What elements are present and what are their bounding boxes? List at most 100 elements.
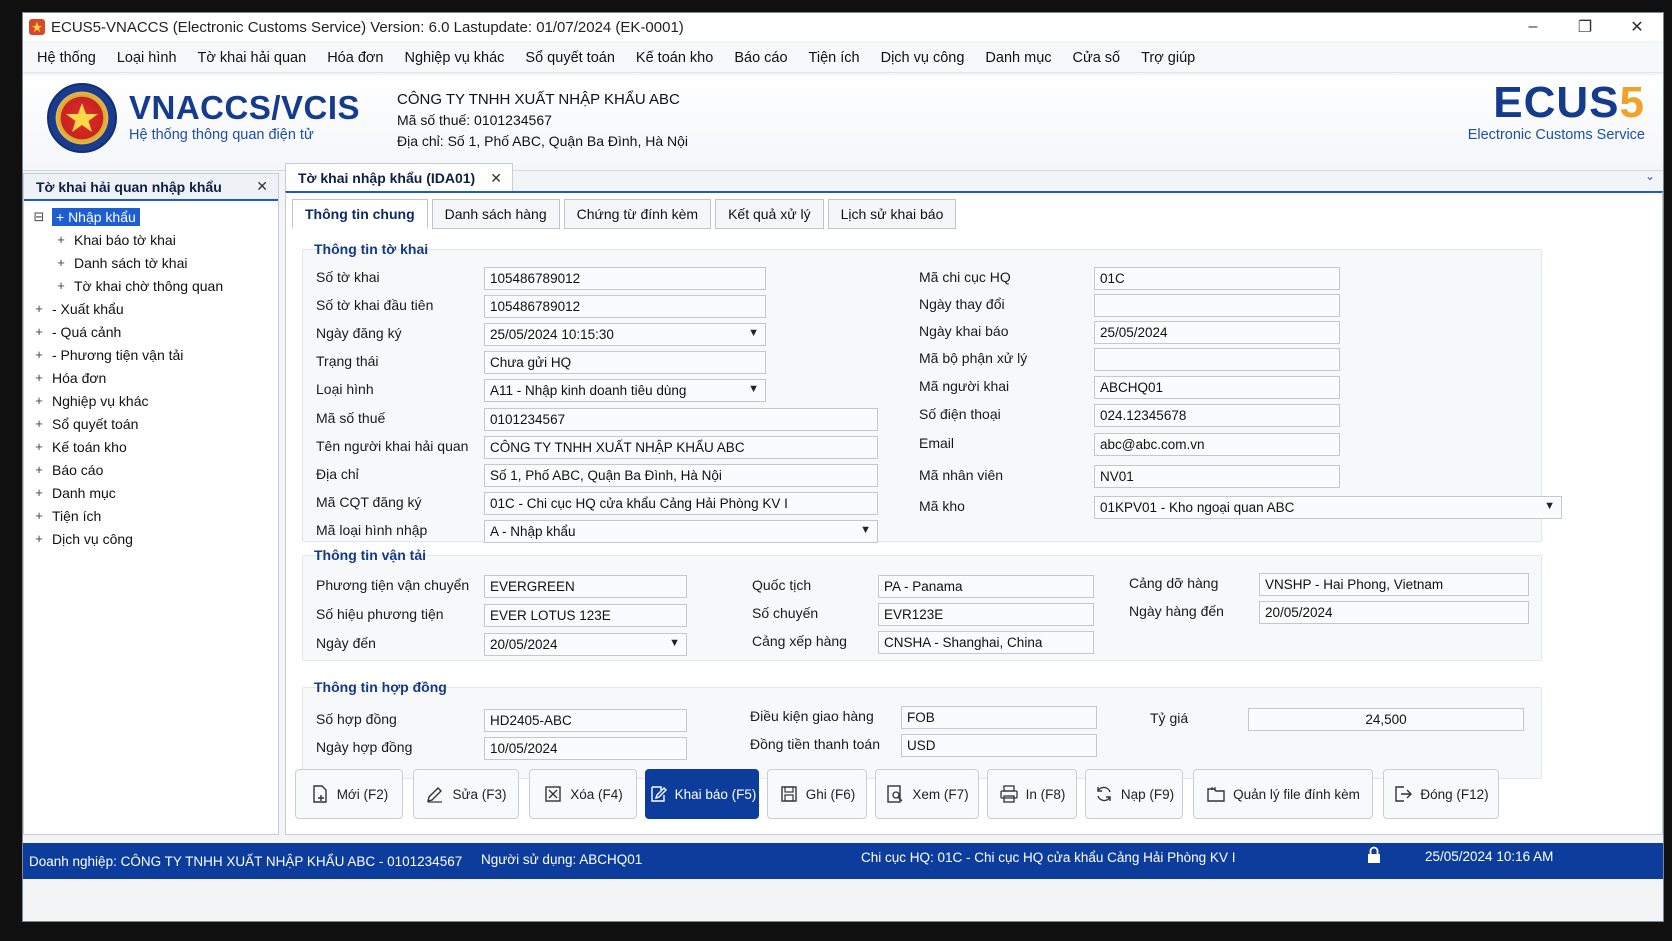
expand-icon[interactable]: + — [32, 416, 46, 431]
expand-icon[interactable]: + — [32, 485, 46, 500]
minimize-button[interactable]: – — [1507, 13, 1559, 41]
ma-kho-select[interactable]: 01KPV01 - Kho ngoại quan ABC ▼ — [1094, 496, 1562, 519]
tree-item-qua-canh[interactable]: + - Quá cảnh — [24, 320, 278, 343]
exit-icon — [1395, 786, 1413, 802]
trang-thai-field[interactable]: Chưa gửi HQ — [484, 351, 766, 374]
cang-xep-hang-field[interactable]: CNSHA - Shanghai, China — [878, 631, 1094, 654]
expand-icon[interactable]: + — [32, 370, 46, 385]
menu-nghiep-vu-khac[interactable]: Nghiệp vụ khác — [404, 50, 504, 66]
tab-to-khai-nhap-khau[interactable]: Tờ khai nhập khẩu (IDA01) ✕ — [285, 163, 513, 192]
menu-hoa-don[interactable]: Hóa đơn — [327, 50, 383, 66]
so-dien-thoai-field[interactable]: 024.12345678 — [1094, 404, 1340, 427]
ma-nhan-vien-field[interactable]: NV01 — [1094, 465, 1340, 488]
tree-item-so-quyet-toan[interactable]: + Sổ quyết toán — [24, 412, 278, 435]
ngay-den-value: 20/05/2024 — [490, 637, 558, 652]
expand-icon[interactable]: + — [54, 232, 68, 247]
tree-item-khai-bao-to-khai[interactable]: + Khai báo tờ khai — [24, 228, 278, 251]
tree-item-dich-vu-cong[interactable]: + Dịch vụ công — [24, 527, 278, 550]
menu-tien-ich[interactable]: Tiện ích — [809, 50, 860, 66]
loai-hinh-select[interactable]: A11 - Nhập kinh doanh tiêu dùng ▼ — [484, 379, 766, 402]
ma-loai-hinh-nhap-select[interactable]: A - Nhập khẩu ▼ — [484, 520, 878, 543]
close-window-button[interactable]: ✕ — [1611, 13, 1663, 41]
expand-icon[interactable]: + — [54, 278, 68, 293]
tab-close-icon[interactable]: ✕ — [490, 170, 502, 187]
dong-tien-field[interactable]: USD — [901, 734, 1097, 757]
reload-button[interactable]: Nạp (F9) — [1085, 769, 1183, 819]
save-button[interactable]: Ghi (F6) — [767, 769, 867, 819]
ngay-hop-dong-field[interactable]: 10/05/2024 — [484, 737, 687, 760]
menu-cua-so[interactable]: Cửa số — [1073, 50, 1121, 66]
menu-dich-vu-cong[interactable]: Dịch vụ công — [881, 50, 965, 66]
tree-item-tien-ich[interactable]: + Tiện ích — [24, 504, 278, 527]
menu-so-quyet-toan[interactable]: Sổ quyết toán — [525, 50, 615, 66]
view-button[interactable]: Xem (F7) — [875, 769, 979, 819]
ngay-khai-bao-field[interactable]: 25/05/2024 — [1094, 321, 1340, 344]
menu-he-thong[interactable]: Hệ thống — [37, 50, 96, 66]
tree-item-ke-toan-kho[interactable]: + Kế toán kho — [24, 435, 278, 458]
ten-nguoi-khai-field[interactable]: CÔNG TY TNHH XUẤT NHẬP KHẨU ABC — [484, 436, 878, 459]
restore-button[interactable]: ❐ — [1559, 13, 1611, 41]
menu-to-khai-hai-quan[interactable]: Tờ khai hải quan — [198, 50, 307, 66]
tree-item-nhap-khau[interactable]: ⊟ + Nhập khẩu — [24, 205, 278, 228]
expand-icon[interactable]: + — [32, 439, 46, 454]
print-button[interactable]: In (F8) — [987, 769, 1077, 819]
dia-chi-field[interactable]: Số 1, Phố ABC, Quận Ba Đình, Hà Nội — [484, 464, 878, 487]
so-hop-dong-field[interactable]: HD2405-ABC — [484, 709, 687, 732]
ma-bo-phan-field[interactable] — [1094, 348, 1340, 371]
new-button[interactable]: Mới (F2) — [295, 769, 403, 819]
cang-do-hang-field[interactable]: VNSHP - Hai Phong, Vietnam — [1259, 573, 1529, 596]
ma-so-thue-field[interactable]: 0101234567 — [484, 408, 878, 431]
collapse-icon[interactable]: ⊟ — [32, 209, 46, 224]
phuong-tien-field[interactable]: EVERGREEN — [484, 575, 687, 598]
attachment-manager-button[interactable]: Quản lý file đính kèm — [1193, 769, 1373, 819]
ma-nguoi-khai-field[interactable]: ABCHQ01 — [1094, 376, 1340, 399]
menu-bao-cao[interactable]: Báo cáo — [734, 50, 787, 66]
ngay-dang-ky-select[interactable]: 25/05/2024 10:15:30 ▼ — [484, 323, 766, 346]
tab-lich-su-khai-bao[interactable]: Lịch sử khai báo — [827, 199, 957, 229]
ngay-den-select[interactable]: 20/05/2024 ▼ — [484, 633, 687, 656]
close-button[interactable]: Đóng (F12) — [1383, 769, 1499, 819]
menu-tro-giup[interactable]: Trợ giúp — [1141, 50, 1195, 66]
menu-danh-muc[interactable]: Danh mục — [985, 50, 1051, 66]
menu-ke-toan-kho[interactable]: Kế toán kho — [636, 50, 713, 66]
tree-item-bao-cao[interactable]: + Báo cáo — [24, 458, 278, 481]
ma-chi-cuc-field[interactable]: 01C — [1094, 267, 1340, 290]
declare-button[interactable]: Khai báo (F5) — [645, 769, 759, 819]
dieu-kien-giao-hang-field[interactable]: FOB — [901, 706, 1097, 729]
ngay-thay-doi-field[interactable] — [1094, 294, 1340, 317]
tree-item-xuat-khau[interactable]: + - Xuất khẩu — [24, 297, 278, 320]
tab-ket-qua-xu-ly[interactable]: Kết quả xử lý — [715, 199, 824, 229]
expand-icon[interactable]: + — [32, 301, 46, 316]
tree-item-phuong-tien-van-tai[interactable]: + - Phương tiện vận tải — [24, 343, 278, 366]
tree-item-nghiep-vu-khac[interactable]: + Nghiệp vụ khác — [24, 389, 278, 412]
so-to-khai-field[interactable]: 105486789012 — [484, 267, 766, 290]
ty-gia-field[interactable]: 24,500 — [1248, 708, 1524, 731]
delete-button[interactable]: Xóa (F4) — [529, 769, 637, 819]
quoc-tich-field[interactable]: PA - Panama — [878, 575, 1094, 598]
ngay-hang-den-field[interactable]: 20/05/2024 — [1259, 601, 1529, 624]
so-hieu-phuong-tien-field[interactable]: EVER LOTUS 123E — [484, 604, 687, 627]
edit-button[interactable]: Sửa (F3) — [413, 769, 519, 819]
chevron-down-icon[interactable]: ⌄ — [1645, 169, 1655, 183]
so-chuyen-field[interactable]: EVR123E — [878, 603, 1094, 626]
expand-icon[interactable]: + — [32, 347, 46, 362]
ma-cqt-field[interactable]: 01C - Chi cục HQ cửa khẩu Cảng Hải Phòng… — [484, 492, 878, 515]
tree-item-danh-muc[interactable]: + Danh mục — [24, 481, 278, 504]
expand-icon[interactable]: + — [32, 531, 46, 546]
expand-icon[interactable]: + — [54, 255, 68, 270]
tree-item-hoa-don[interactable]: + Hóa đơn — [24, 366, 278, 389]
expand-icon[interactable]: + — [32, 508, 46, 523]
expand-icon[interactable]: + — [32, 462, 46, 477]
label-ma-so-thue: Mã số thuế — [316, 410, 386, 426]
tab-danh-sach-hang[interactable]: Danh sách hàng — [431, 199, 560, 229]
expand-icon[interactable]: + — [32, 393, 46, 408]
sidebar-close-icon[interactable]: ✕ — [256, 178, 268, 195]
tab-thong-tin-chung[interactable]: Thông tin chung — [292, 199, 428, 229]
tab-chung-tu-dinh-kem[interactable]: Chứng từ đính kèm — [563, 199, 712, 229]
menu-loai-hinh[interactable]: Loại hình — [117, 50, 177, 66]
tree-item-to-khai-cho-thong-quan[interactable]: + Tờ khai chờ thông quan — [24, 274, 278, 297]
email-field[interactable]: abc@abc.com.vn — [1094, 433, 1340, 456]
expand-icon[interactable]: + — [32, 324, 46, 339]
so-to-khai-dau-tien-field[interactable]: 105486789012 — [484, 295, 766, 318]
tree-item-danh-sach-to-khai[interactable]: + Danh sách tờ khai — [24, 251, 278, 274]
